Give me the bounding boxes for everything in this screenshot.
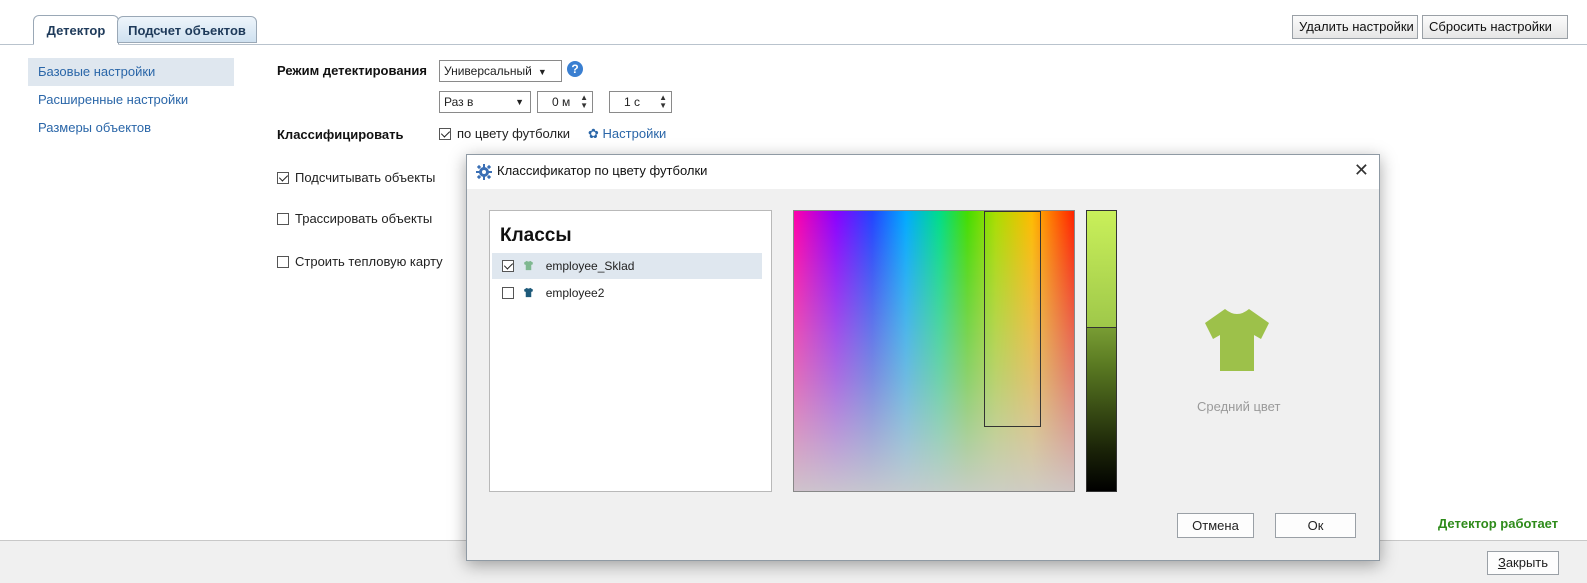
- seconds-value: 1 с: [624, 95, 641, 109]
- detection-mode-value: Универсальный: [444, 64, 532, 78]
- heatmap-checkbox[interactable]: [277, 256, 289, 268]
- class-item[interactable]: employee_Sklad: [492, 253, 762, 279]
- sidebar-item-object-sizes[interactable]: Размеры объектов: [28, 114, 234, 142]
- classes-title: Классы: [500, 225, 572, 246]
- brightness-slider[interactable]: [1086, 210, 1117, 492]
- close-button-label: Закрыть: [1497, 555, 1549, 570]
- classify-option-label: по цвету футболки: [457, 126, 571, 141]
- minutes-stepper[interactable]: 0 м ▲ ▼: [537, 91, 593, 113]
- trace-objects-checkbox[interactable]: [277, 213, 289, 225]
- count-objects-option[interactable]: Подсчитывать объекты: [277, 170, 435, 185]
- tab-bar: Детектор Подсчет объектов Удалить настро…: [0, 0, 1587, 45]
- close-icon[interactable]: ✕: [1354, 160, 1369, 180]
- detection-mode-select[interactable]: Универсальный ▼: [439, 60, 562, 82]
- count-objects-checkbox[interactable]: [277, 172, 289, 184]
- close-button[interactable]: Закрыть: [1487, 551, 1559, 575]
- classify-by-shirt-color-option[interactable]: по цвету футболки: [439, 126, 570, 141]
- average-color-label: Средний цвет: [1197, 399, 1281, 414]
- dialog-title-bar: Классификатор по цвету футболки ✕: [467, 155, 1379, 189]
- detection-mode-label: Режим детектирования: [277, 63, 427, 78]
- count-objects-label: Подсчитывать объекты: [295, 170, 436, 185]
- class-checkbox[interactable]: [502, 287, 514, 299]
- tshirt-icon: [524, 287, 534, 298]
- sidebar-item-basic-settings[interactable]: Базовые настройки: [28, 58, 234, 86]
- hue-selection-rect[interactable]: [984, 211, 1041, 427]
- class-name: employee2: [545, 286, 605, 300]
- delete-settings-button[interactable]: Удалить настройки: [1292, 15, 1418, 39]
- tab-object-count[interactable]: Подсчет объектов: [117, 16, 257, 43]
- help-icon[interactable]: ?: [567, 61, 583, 77]
- classify-settings-link[interactable]: ✿ Настройки: [588, 126, 666, 142]
- chevron-down-icon: ▼: [537, 67, 547, 77]
- classify-label: Классифицировать: [277, 127, 404, 142]
- classify-settings-label: Настройки: [602, 126, 667, 141]
- tshirt-icon: [524, 260, 534, 271]
- detector-status: Детектор работает: [1438, 516, 1559, 531]
- heatmap-label: Строить тепловую карту: [295, 254, 443, 269]
- ok-button[interactable]: Ок: [1275, 513, 1356, 538]
- classes-panel: Классы employee_Sklad employee2: [489, 210, 772, 492]
- reset-settings-button[interactable]: Сбросить настройки: [1422, 15, 1568, 39]
- cancel-button[interactable]: Отмена: [1177, 513, 1254, 538]
- tab-detector[interactable]: Детектор: [33, 15, 119, 45]
- classify-checkbox[interactable]: [439, 128, 451, 140]
- stepper-arrows-icon[interactable]: ▲ ▼: [580, 94, 588, 110]
- interval-select[interactable]: Раз в ▼: [439, 91, 531, 113]
- class-checkbox[interactable]: [502, 260, 514, 272]
- gear-icon: ✿: [588, 126, 599, 141]
- average-color-tshirt-icon: [1205, 309, 1269, 371]
- shirt-color-classifier-dialog: Классификатор по цвету футболки ✕ Классы…: [466, 154, 1380, 561]
- seconds-stepper[interactable]: 1 с ▲ ▼: [609, 91, 672, 113]
- stepper-arrows-icon[interactable]: ▲ ▼: [659, 94, 667, 110]
- trace-objects-option[interactable]: Трассировать объекты: [277, 211, 432, 226]
- dialog-title: Классификатор по цвету футболки: [497, 163, 708, 178]
- brightness-selection[interactable]: [1087, 211, 1116, 328]
- heatmap-option[interactable]: Строить тепловую карту: [277, 254, 443, 269]
- interval-value: Раз в: [444, 95, 474, 109]
- minutes-value: 0 м: [552, 95, 571, 109]
- class-item[interactable]: employee2: [492, 280, 762, 306]
- chevron-down-icon: ▼: [515, 97, 524, 107]
- trace-objects-label: Трассировать объекты: [295, 211, 433, 226]
- class-name: employee_Sklad: [545, 259, 635, 273]
- color-spectrum-picker[interactable]: [793, 210, 1075, 492]
- sidebar-item-advanced-settings[interactable]: Расширенные настройки: [28, 86, 234, 114]
- gear-icon: [476, 164, 492, 180]
